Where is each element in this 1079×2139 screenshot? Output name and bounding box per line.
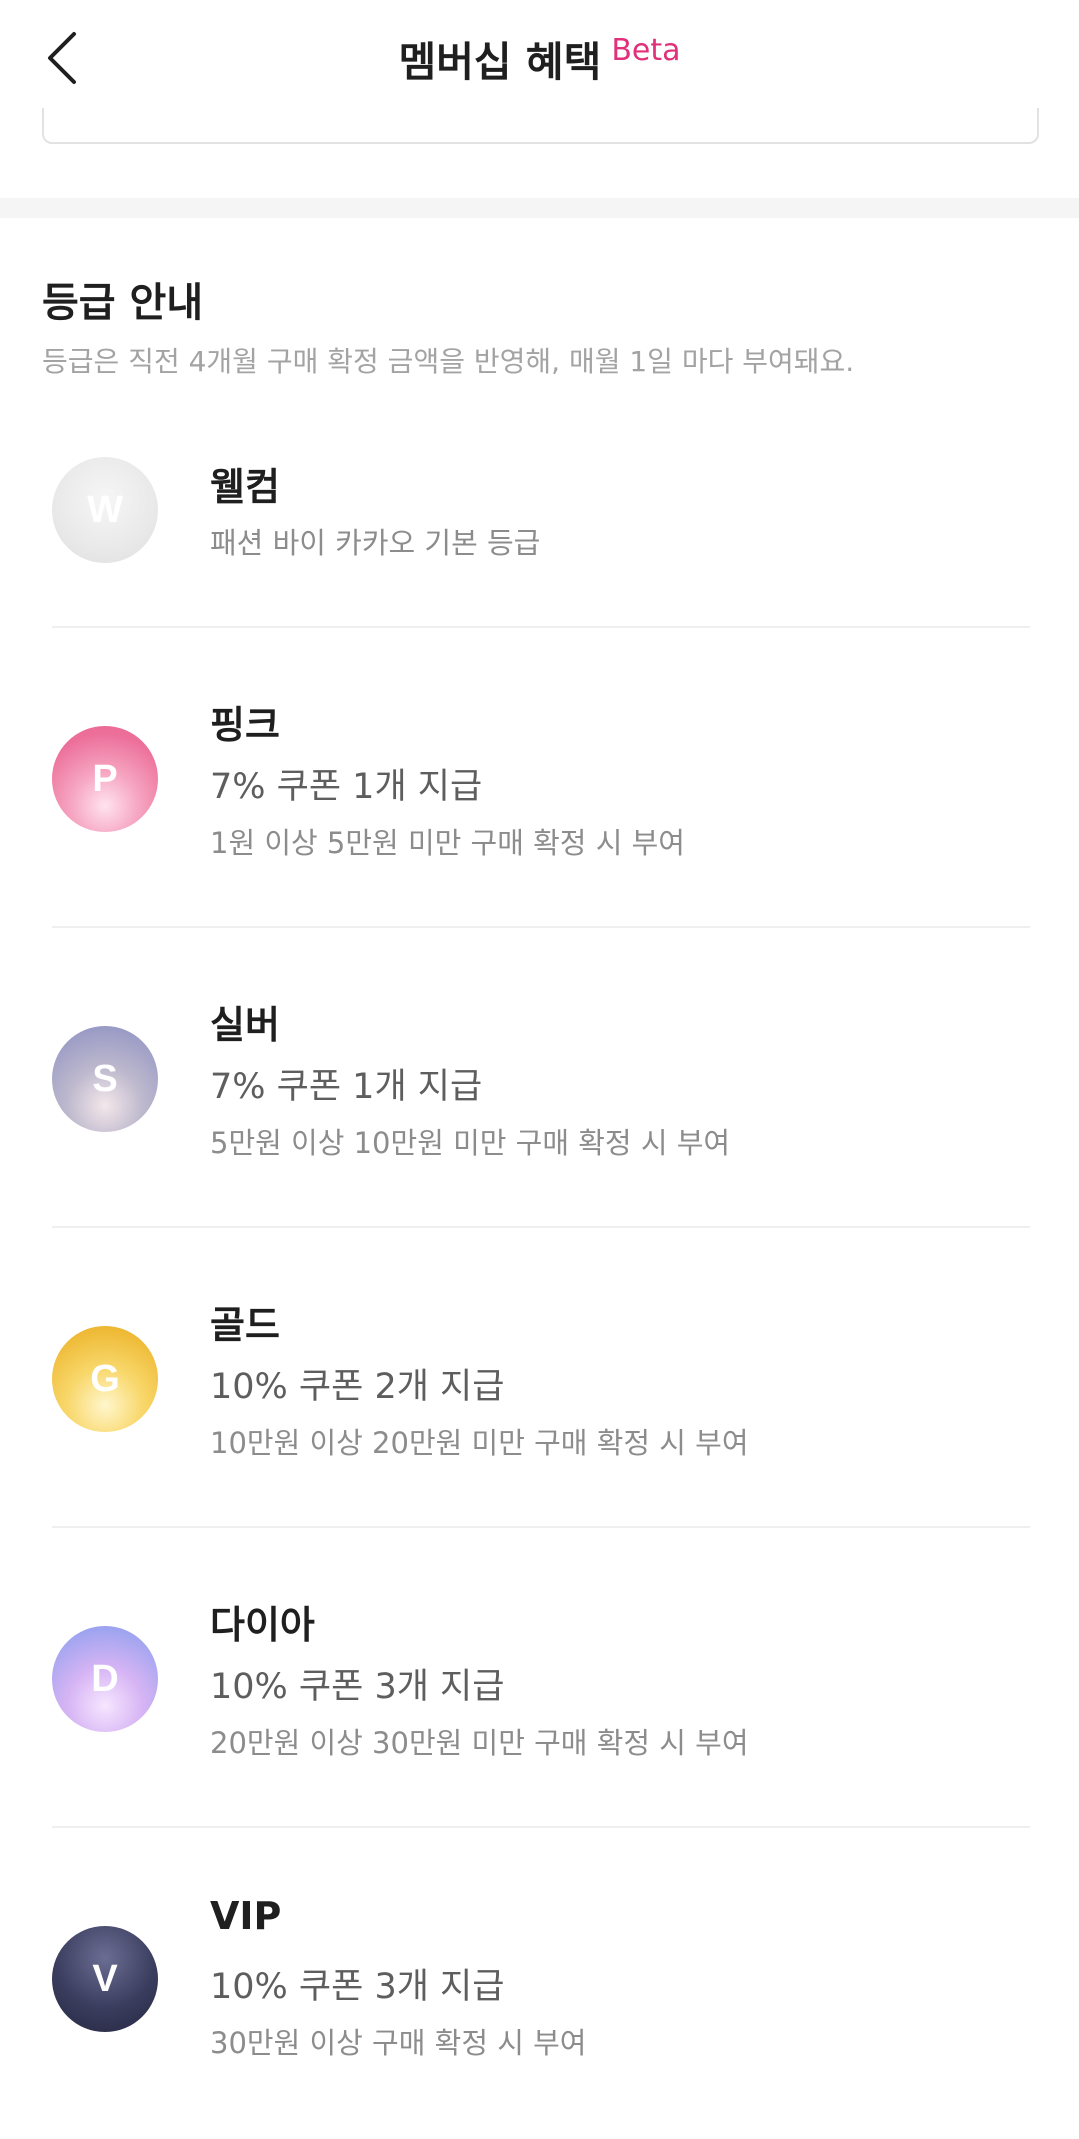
tier-condition: 5만원 이상 10만원 미만 구매 확정 시 부여 <box>210 1126 731 1160</box>
page-title-text: 멤버십 혜택 <box>398 38 602 86</box>
tier-badge-pink: P <box>52 726 158 832</box>
beta-badge: Beta <box>611 33 681 68</box>
tier-benefit: 7% 쿠폰 1개 지급 <box>210 1067 483 1107</box>
grade-section-title: 등급 안내 <box>42 280 204 326</box>
divider <box>52 626 1030 628</box>
tier-condition: 30만원 이상 구매 확정 시 부여 <box>210 2026 587 2060</box>
tier-badge-gold: G <box>52 1326 158 1432</box>
tier-name: 골드 <box>210 1303 280 1347</box>
tier-name: 웰컴 <box>210 465 280 509</box>
divider <box>52 1226 1030 1228</box>
tier-benefit: 10% 쿠폰 2개 지급 <box>210 1367 505 1407</box>
tier-badge-silver: S <box>52 1026 158 1132</box>
divider <box>52 926 1030 928</box>
tier-badge-vip: V <box>52 1926 158 2032</box>
tier-condition: 10만원 이상 20만원 미만 구매 확정 시 부여 <box>210 1426 749 1460</box>
tier-badge-welcome: W <box>52 457 158 563</box>
tier-name: VIP <box>210 1894 282 1938</box>
membership-card-bottom <box>42 108 1039 144</box>
tier-name: 실버 <box>210 1003 280 1047</box>
section-divider <box>0 198 1079 218</box>
divider <box>52 1526 1030 1528</box>
tier-benefit: 7% 쿠폰 1개 지급 <box>210 767 483 807</box>
app-header: 멤버십 혜택 Beta <box>0 0 1079 118</box>
divider <box>52 1826 1030 1828</box>
tier-benefit: 10% 쿠폰 3개 지급 <box>210 1667 505 1707</box>
tier-benefit: 10% 쿠폰 3개 지급 <box>210 1967 505 2007</box>
tier-condition: 20만원 이상 30만원 미만 구매 확정 시 부여 <box>210 1726 749 1760</box>
page-title: 멤버십 혜택 Beta <box>0 28 1079 88</box>
tier-condition: 1원 이상 5만원 미만 구매 확정 시 부여 <box>210 826 685 860</box>
tier-condition: 패션 바이 카카오 기본 등급 <box>210 526 541 560</box>
grade-section-description: 등급은 직전 4개월 구매 확정 금액을 반영해, 매월 1일 마다 부여돼요. <box>42 345 855 378</box>
tier-badge-dia: D <box>52 1626 158 1732</box>
tier-name: 다이아 <box>210 1603 315 1647</box>
tier-name: 핑크 <box>210 703 280 747</box>
